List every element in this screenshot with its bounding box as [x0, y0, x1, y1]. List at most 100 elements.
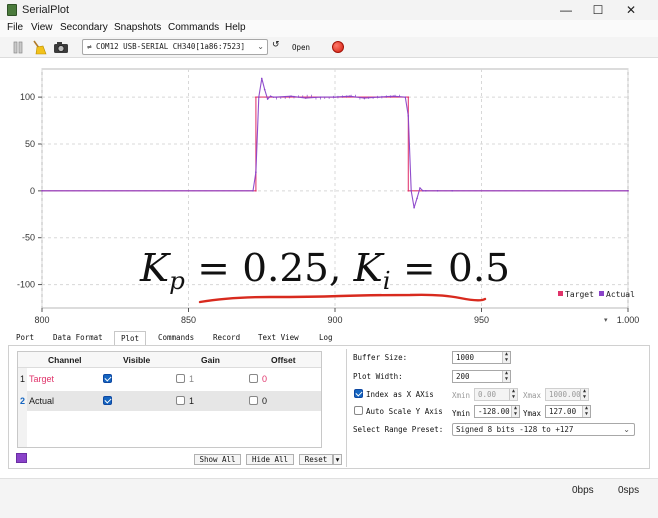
tab-plot[interactable]: Plot: [114, 331, 147, 346]
spin-arrows-icon[interactable]: ▲ ▼: [582, 405, 590, 417]
plot-width-spinbox[interactable]: 200 ▲ ▼: [452, 370, 511, 383]
data-point-target: [407, 96, 410, 98]
table-row[interactable]: Target 1 0: [27, 369, 321, 389]
x-tick-label: 1.000: [617, 315, 640, 325]
spin-arrows-icon[interactable]: ▲ ▼: [511, 406, 519, 417]
header-visible: Visible: [123, 355, 151, 365]
ymax-value[interactable]: 127.00: [549, 407, 576, 416]
clear-broom-icon[interactable]: [31, 40, 47, 55]
pause-icon[interactable]: [10, 40, 26, 55]
index-x-label[interactable]: Index as X AXis: [366, 390, 434, 399]
bps-readout: 0bps: [572, 485, 594, 496]
gain-checkbox[interactable]: [176, 374, 185, 383]
menu-file[interactable]: File: [7, 22, 23, 33]
ymin-spinbox[interactable]: -128.00 ▲ ▼: [474, 405, 520, 418]
tab-bar: Port Data Format Plot Commands Record Te…: [8, 331, 348, 346]
snapshot-camera-icon[interactable]: [53, 40, 69, 55]
legend-swatch: [599, 291, 604, 296]
gain-value[interactable]: 1: [189, 391, 194, 411]
window-title: SerialPlot: [22, 4, 70, 16]
channel-name[interactable]: Target: [29, 369, 54, 389]
open-button[interactable]: Open: [292, 43, 310, 52]
ymin-value[interactable]: -128.00: [478, 407, 510, 416]
visible-checkbox[interactable]: [103, 374, 112, 383]
minimize-button[interactable]: —: [551, 2, 581, 18]
tab-log[interactable]: Log: [319, 333, 333, 342]
data-point-target: [255, 96, 257, 98]
data-point-target: [255, 190, 257, 192]
spin-arrows-icon[interactable]: ▲ ▼: [502, 370, 510, 382]
status-bar: 0bps 0sps: [0, 478, 658, 518]
maximize-button[interactable]: ☐: [583, 2, 613, 18]
table-row[interactable]: Actual 1 0: [27, 391, 321, 411]
title-bar: SerialPlot — ☐ ✕: [0, 0, 658, 20]
plot-canvas[interactable]: 100 50 0 -50 -100 800 850 900 950 1.000 Target Actu…: [0, 59, 658, 332]
data-point-actual: [407, 115, 410, 117]
y-tick-label: 0: [30, 186, 35, 196]
hide-all-button[interactable]: Hide All: [246, 454, 294, 465]
row-number[interactable]: 2: [18, 391, 27, 411]
xmin-value: 0.00: [478, 390, 497, 399]
tab-commands[interactable]: Commands: [158, 333, 194, 342]
gain-checkbox[interactable]: [176, 396, 185, 405]
menu-commands[interactable]: Commands: [168, 22, 219, 33]
gain-value[interactable]: 1: [189, 369, 194, 389]
visible-checkbox[interactable]: [103, 396, 112, 405]
ymax-spinbox[interactable]: 127.00 ▲ ▼: [545, 405, 591, 418]
data-point-actual: [269, 95, 272, 97]
channel-table: Channel Visible Gain Offset 1 Target 1 0…: [17, 351, 322, 448]
data-point-actual: [627, 190, 629, 192]
record-icon[interactable]: [332, 41, 344, 53]
menu-bar: File View Secondary Snapshots Commands H…: [0, 20, 658, 37]
xmin-label: Xmin: [452, 391, 471, 400]
reset-button[interactable]: Reset: [299, 454, 333, 465]
data-point-actual: [392, 95, 395, 97]
menu-help[interactable]: Help: [225, 22, 246, 33]
refresh-icon[interactable]: ↺: [272, 40, 280, 50]
header-offset: Offset: [271, 355, 296, 365]
data-point-actual: [410, 190, 412, 192]
reset-menu-button[interactable]: ▾: [333, 454, 342, 465]
channel-table-header: Channel Visible Gain Offset: [18, 352, 321, 368]
sps-readout: 0sps: [618, 485, 640, 496]
buffer-size-value[interactable]: 1000: [456, 353, 474, 362]
port-select[interactable]: ⇌ COM12 USB-SERIAL CH340[1a86:7523] ⌄: [82, 39, 268, 55]
offset-value[interactable]: 0: [262, 391, 267, 411]
autoscale-y-label[interactable]: Auto Scale Y Axis: [366, 407, 443, 416]
offset-checkbox[interactable]: [249, 396, 258, 405]
plot-width-value[interactable]: 200: [456, 372, 470, 381]
range-preset-select[interactable]: Signed 8 bits -128 to +127 ⌄: [452, 423, 635, 436]
chevron-down-icon: ⌄: [623, 425, 630, 434]
tab-data-format[interactable]: Data Format: [53, 333, 103, 342]
panel-divider: [346, 349, 347, 467]
menu-snapshots[interactable]: Snapshots: [114, 22, 161, 33]
autoscale-y-checkbox[interactable]: [354, 406, 363, 415]
channel-color-button[interactable]: [16, 453, 27, 463]
tab-record[interactable]: Record: [213, 333, 240, 342]
header-channel: Channel: [48, 355, 82, 365]
xmax-value: 1000.00: [549, 390, 581, 399]
legend-swatch: [558, 291, 563, 296]
offset-value[interactable]: 0: [262, 369, 267, 389]
data-point-actual: [404, 96, 407, 98]
plot-area[interactable]: 100 50 0 -50 -100 800 850 900 950 1.000 Target Actu…: [0, 59, 658, 332]
data-point-target: [407, 190, 410, 192]
close-button[interactable]: ✕: [616, 2, 646, 18]
buffer-size-label: Buffer Size:: [353, 353, 408, 362]
y-tick-label: -100: [17, 280, 35, 290]
data-point-actual: [266, 98, 269, 100]
scroll-arrow-icon[interactable]: ▾: [604, 316, 608, 324]
data-point-actual: [416, 197, 418, 200]
buffer-size-spinbox[interactable]: 1000 ▲ ▼: [452, 351, 511, 364]
menu-view[interactable]: View: [31, 22, 53, 33]
channel-name[interactable]: Actual: [29, 391, 54, 411]
row-number[interactable]: 1: [18, 369, 27, 389]
tab-port[interactable]: Port: [16, 333, 34, 342]
menu-secondary[interactable]: Secondary: [60, 22, 108, 33]
range-preset-value[interactable]: Signed 8 bits -128 to +127: [456, 425, 573, 434]
index-x-checkbox[interactable]: [354, 389, 363, 398]
tab-text-view[interactable]: Text View: [258, 333, 299, 342]
spin-arrows-icon[interactable]: ▲ ▼: [502, 351, 510, 363]
show-all-button[interactable]: Show All: [194, 454, 241, 465]
offset-checkbox[interactable]: [249, 374, 258, 383]
